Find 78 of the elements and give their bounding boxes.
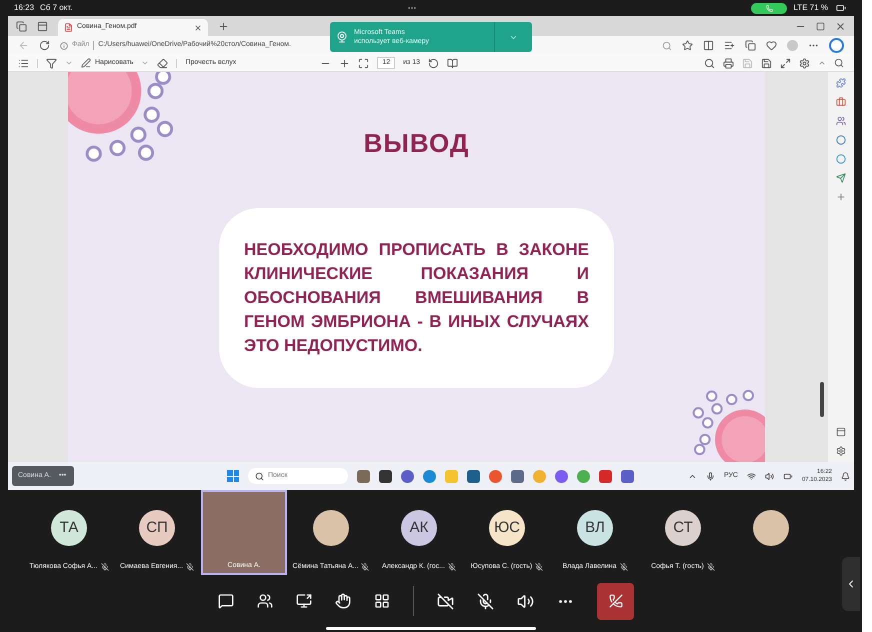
chat-icon[interactable] bbox=[218, 593, 234, 609]
windows-logo-icon[interactable] bbox=[227, 470, 239, 482]
send-icon[interactable] bbox=[836, 173, 846, 183]
new-tab-icon[interactable] bbox=[218, 20, 229, 32]
hang-up-icon bbox=[608, 594, 622, 608]
page-view-icon[interactable] bbox=[447, 58, 458, 68]
close-icon[interactable] bbox=[835, 20, 846, 32]
apps-icon[interactable] bbox=[374, 593, 390, 609]
avatar-initials: СП bbox=[139, 510, 175, 546]
scroll-up-icon[interactable] bbox=[818, 59, 826, 67]
hang-up-button[interactable] bbox=[597, 582, 634, 620]
status-date: Сб 7 окт. bbox=[40, 2, 72, 14]
camera-off-icon[interactable] bbox=[437, 592, 454, 610]
info-icon bbox=[60, 42, 68, 50]
pen-icon bbox=[81, 58, 91, 68]
app-icon[interactable] bbox=[467, 470, 480, 482]
pdf-icon bbox=[64, 23, 73, 32]
wifi-icon[interactable] bbox=[746, 472, 756, 480]
phone-icon bbox=[766, 4, 773, 12]
close-icon[interactable] bbox=[194, 24, 202, 32]
maximize-icon[interactable] bbox=[816, 22, 825, 30]
zoom-in-icon[interactable] bbox=[339, 58, 350, 68]
fullscreen-icon[interactable] bbox=[780, 58, 791, 68]
zoom-icon[interactable] bbox=[662, 40, 672, 50]
app-icon[interactable] bbox=[401, 470, 414, 482]
search-icon[interactable] bbox=[834, 58, 844, 68]
call-indicator[interactable] bbox=[751, 2, 788, 14]
side-panel-handle[interactable] bbox=[842, 557, 860, 611]
tab-actions-icon[interactable] bbox=[37, 20, 48, 32]
avatar-photo-placeholder bbox=[313, 510, 349, 546]
battery-icon bbox=[834, 3, 848, 13]
webcam-icon bbox=[336, 31, 348, 43]
rotate-icon[interactable] bbox=[428, 58, 439, 68]
circle-icon[interactable] bbox=[836, 135, 846, 145]
fit-page-icon[interactable] bbox=[358, 58, 370, 68]
star-icon[interactable] bbox=[682, 40, 693, 51]
avatar-initials: ТА bbox=[51, 510, 87, 546]
settings-icon[interactable] bbox=[799, 58, 810, 68]
workspaces-icon[interactable] bbox=[16, 20, 27, 32]
battery-icon[interactable] bbox=[782, 472, 793, 480]
eraser-icon[interactable] bbox=[157, 58, 168, 68]
scrollbar-thumb[interactable] bbox=[820, 382, 824, 417]
collections-icon[interactable] bbox=[745, 40, 756, 51]
search-icon[interactable] bbox=[704, 58, 715, 68]
network-status: LTE 71 % bbox=[793, 2, 828, 14]
share-screen-icon[interactable] bbox=[296, 593, 312, 609]
volume-icon[interactable] bbox=[764, 472, 774, 480]
avatar-initials: ВЛ bbox=[577, 510, 613, 546]
avatar-initials: СТ bbox=[665, 510, 701, 546]
status-time: 16:23 bbox=[14, 2, 34, 14]
save-as-icon[interactable] bbox=[761, 58, 772, 68]
avatar-initials: АК bbox=[401, 510, 437, 546]
puzzle-icon[interactable] bbox=[836, 78, 846, 88]
mic-icon[interactable] bbox=[706, 472, 715, 480]
chevron-down-icon[interactable] bbox=[141, 59, 150, 67]
app-icon[interactable] bbox=[379, 470, 392, 482]
notification-icon[interactable] bbox=[841, 472, 850, 480]
favorites-icon[interactable] bbox=[724, 40, 735, 51]
mic-off-icon[interactable] bbox=[477, 592, 494, 610]
contents-icon[interactable] bbox=[18, 58, 29, 68]
avatar-initials: ЮС bbox=[489, 510, 525, 546]
split-screen-icon[interactable] bbox=[703, 40, 714, 51]
circle-icon[interactable] bbox=[836, 154, 846, 164]
slide-title: ВЫВОД bbox=[364, 127, 470, 160]
heart-icon[interactable] bbox=[766, 40, 777, 51]
print-icon[interactable] bbox=[723, 58, 734, 68]
settings-icon[interactable] bbox=[836, 446, 846, 456]
app-icon[interactable] bbox=[621, 470, 634, 482]
search-icon bbox=[255, 472, 264, 480]
briefcase-icon[interactable] bbox=[836, 97, 846, 107]
chevron-down-icon[interactable] bbox=[65, 59, 73, 67]
panel-icon[interactable] bbox=[836, 427, 846, 437]
raise-hand-icon[interactable] bbox=[335, 593, 351, 609]
add-icon[interactable] bbox=[836, 192, 846, 202]
speaker-icon[interactable] bbox=[517, 592, 534, 610]
people-icon[interactable] bbox=[257, 593, 273, 609]
reload-icon[interactable] bbox=[39, 40, 50, 51]
slide-body: НЕОБХОДИМО ПРОПИСАТЬ В ЗАКОНЕ КЛИНИЧЕСКИЕ ПОКАЗАНИЯ И ОБОСНОВАНИЯ ВМЕШИВАНИЯ В ГЕНОМ ЭМБРИОНА - В ИНЫХ СЛУЧАЯХ ЭТО НЕДОПУСТИМО. bbox=[244, 239, 589, 357]
